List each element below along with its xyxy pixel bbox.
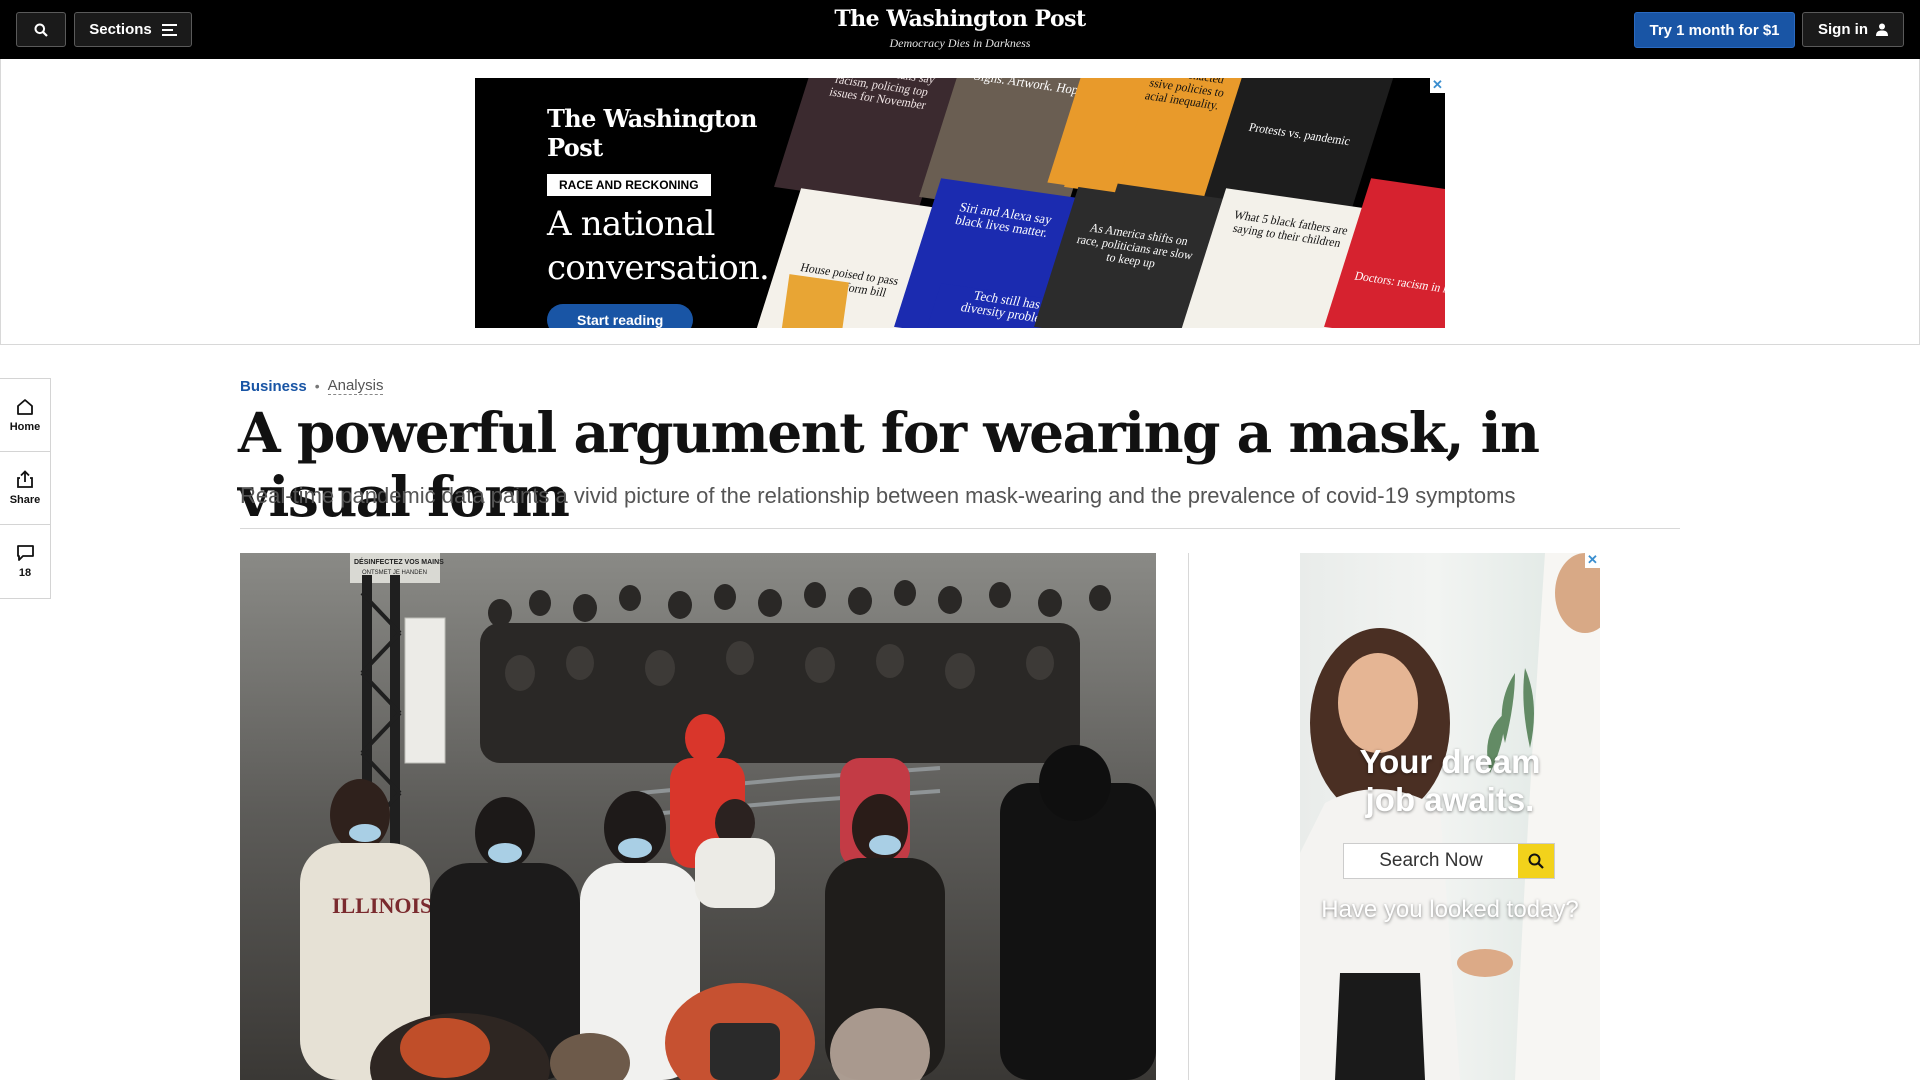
banner-ad[interactable]: The Washington Post RACE AND RECKONING A…	[475, 78, 1445, 328]
home-icon	[17, 398, 33, 415]
side-ad-search-box[interactable]: Search Now	[1343, 843, 1555, 879]
side-ad[interactable]: Your dream job awaits. Search Now Have y…	[1300, 553, 1600, 1080]
ad-close-icon[interactable]: ✕	[1585, 553, 1600, 568]
sign-in-label: Sign in	[1818, 21, 1868, 38]
kicker-separator: •	[314, 378, 320, 394]
collage-accent	[781, 274, 849, 328]
sign-in-button[interactable]: Sign in	[1802, 12, 1904, 47]
hamburger-icon	[161, 23, 177, 36]
photo-sweatshirt-text: ILLINOIS	[332, 893, 432, 918]
header-divider	[240, 528, 1680, 529]
banner-ad-copy: The Washington Post RACE AND RECKONING A…	[475, 78, 805, 328]
side-ad-headline-line1: Your dream	[1359, 743, 1541, 780]
side-ad-search-label: Search Now	[1379, 850, 1483, 871]
banner-ad-logo: The Washington Post	[547, 104, 757, 162]
sections-button[interactable]: Sections	[74, 12, 192, 47]
banner-ad-headline-line2: conversation.	[547, 248, 770, 288]
side-ad-search-button[interactable]	[1518, 844, 1554, 878]
top-navigation: Sections The Washington Post Democracy D…	[0, 0, 1920, 59]
home-label: Home	[9, 420, 41, 433]
lead-photo[interactable]: DÉSINFECTEZ VOS MAINS ONTSMET JE HANDEN	[240, 553, 1156, 1080]
ad-close-icon[interactable]: ✕	[1430, 78, 1445, 93]
share-icon	[17, 470, 33, 488]
side-ad-headline: Your dream job awaits.	[1300, 743, 1600, 819]
home-button[interactable]: Home	[0, 379, 50, 452]
lead-photo-image: DÉSINFECTEZ VOS MAINS ONTSMET JE HANDEN	[240, 553, 1156, 1080]
search-button[interactable]	[16, 12, 66, 47]
banner-ad-start-reading-button[interactable]: Start reading	[547, 304, 694, 328]
comments-button[interactable]: 18	[0, 525, 50, 598]
banner-ad-headline: A national conversation.	[547, 202, 805, 290]
banner-ad-collage: Black Americans say racism, policing top…	[754, 78, 1445, 328]
sections-label: Sections	[89, 21, 152, 38]
side-ad-subtext: Have you looked today?	[1321, 896, 1579, 923]
banner-ad-headline-line1: A national	[547, 204, 715, 244]
banner-ad-badge: RACE AND RECKONING	[547, 174, 711, 196]
search-icon	[34, 23, 48, 37]
left-utility-rail: Home Share 18	[0, 378, 51, 599]
subscribe-button[interactable]: Try 1 month for $1	[1634, 12, 1795, 48]
analysis-label[interactable]: Analysis	[327, 377, 384, 395]
article-subtitle: Real-time pandemic data paints a vivid p…	[240, 483, 1516, 508]
side-ad-headline-line2: job awaits.	[1365, 781, 1535, 818]
magnifier-icon	[1528, 853, 1544, 869]
article-title: A powerful argument for wearing a mask, …	[238, 400, 1540, 529]
article-kicker: Business • Analysis	[240, 377, 384, 395]
section-link[interactable]: Business	[240, 378, 307, 395]
share-label: Share	[9, 494, 41, 506]
site-logo[interactable]: The Washington Post Democracy Dies in Da…	[760, 6, 1160, 51]
logo-tagline: Democracy Dies in Darkness	[889, 36, 1031, 50]
top-ad-slot: The Washington Post RACE AND RECKONING A…	[0, 59, 1920, 345]
logo-wordmark: The Washington Post	[834, 6, 1086, 32]
photo-sign-text: DÉSINFECTEZ VOS MAINS	[354, 557, 444, 566]
share-button[interactable]: Share	[0, 452, 50, 525]
comments-count: 18	[18, 567, 32, 579]
comment-icon	[16, 545, 34, 561]
user-icon	[1876, 23, 1888, 36]
column-divider	[1188, 553, 1189, 1080]
